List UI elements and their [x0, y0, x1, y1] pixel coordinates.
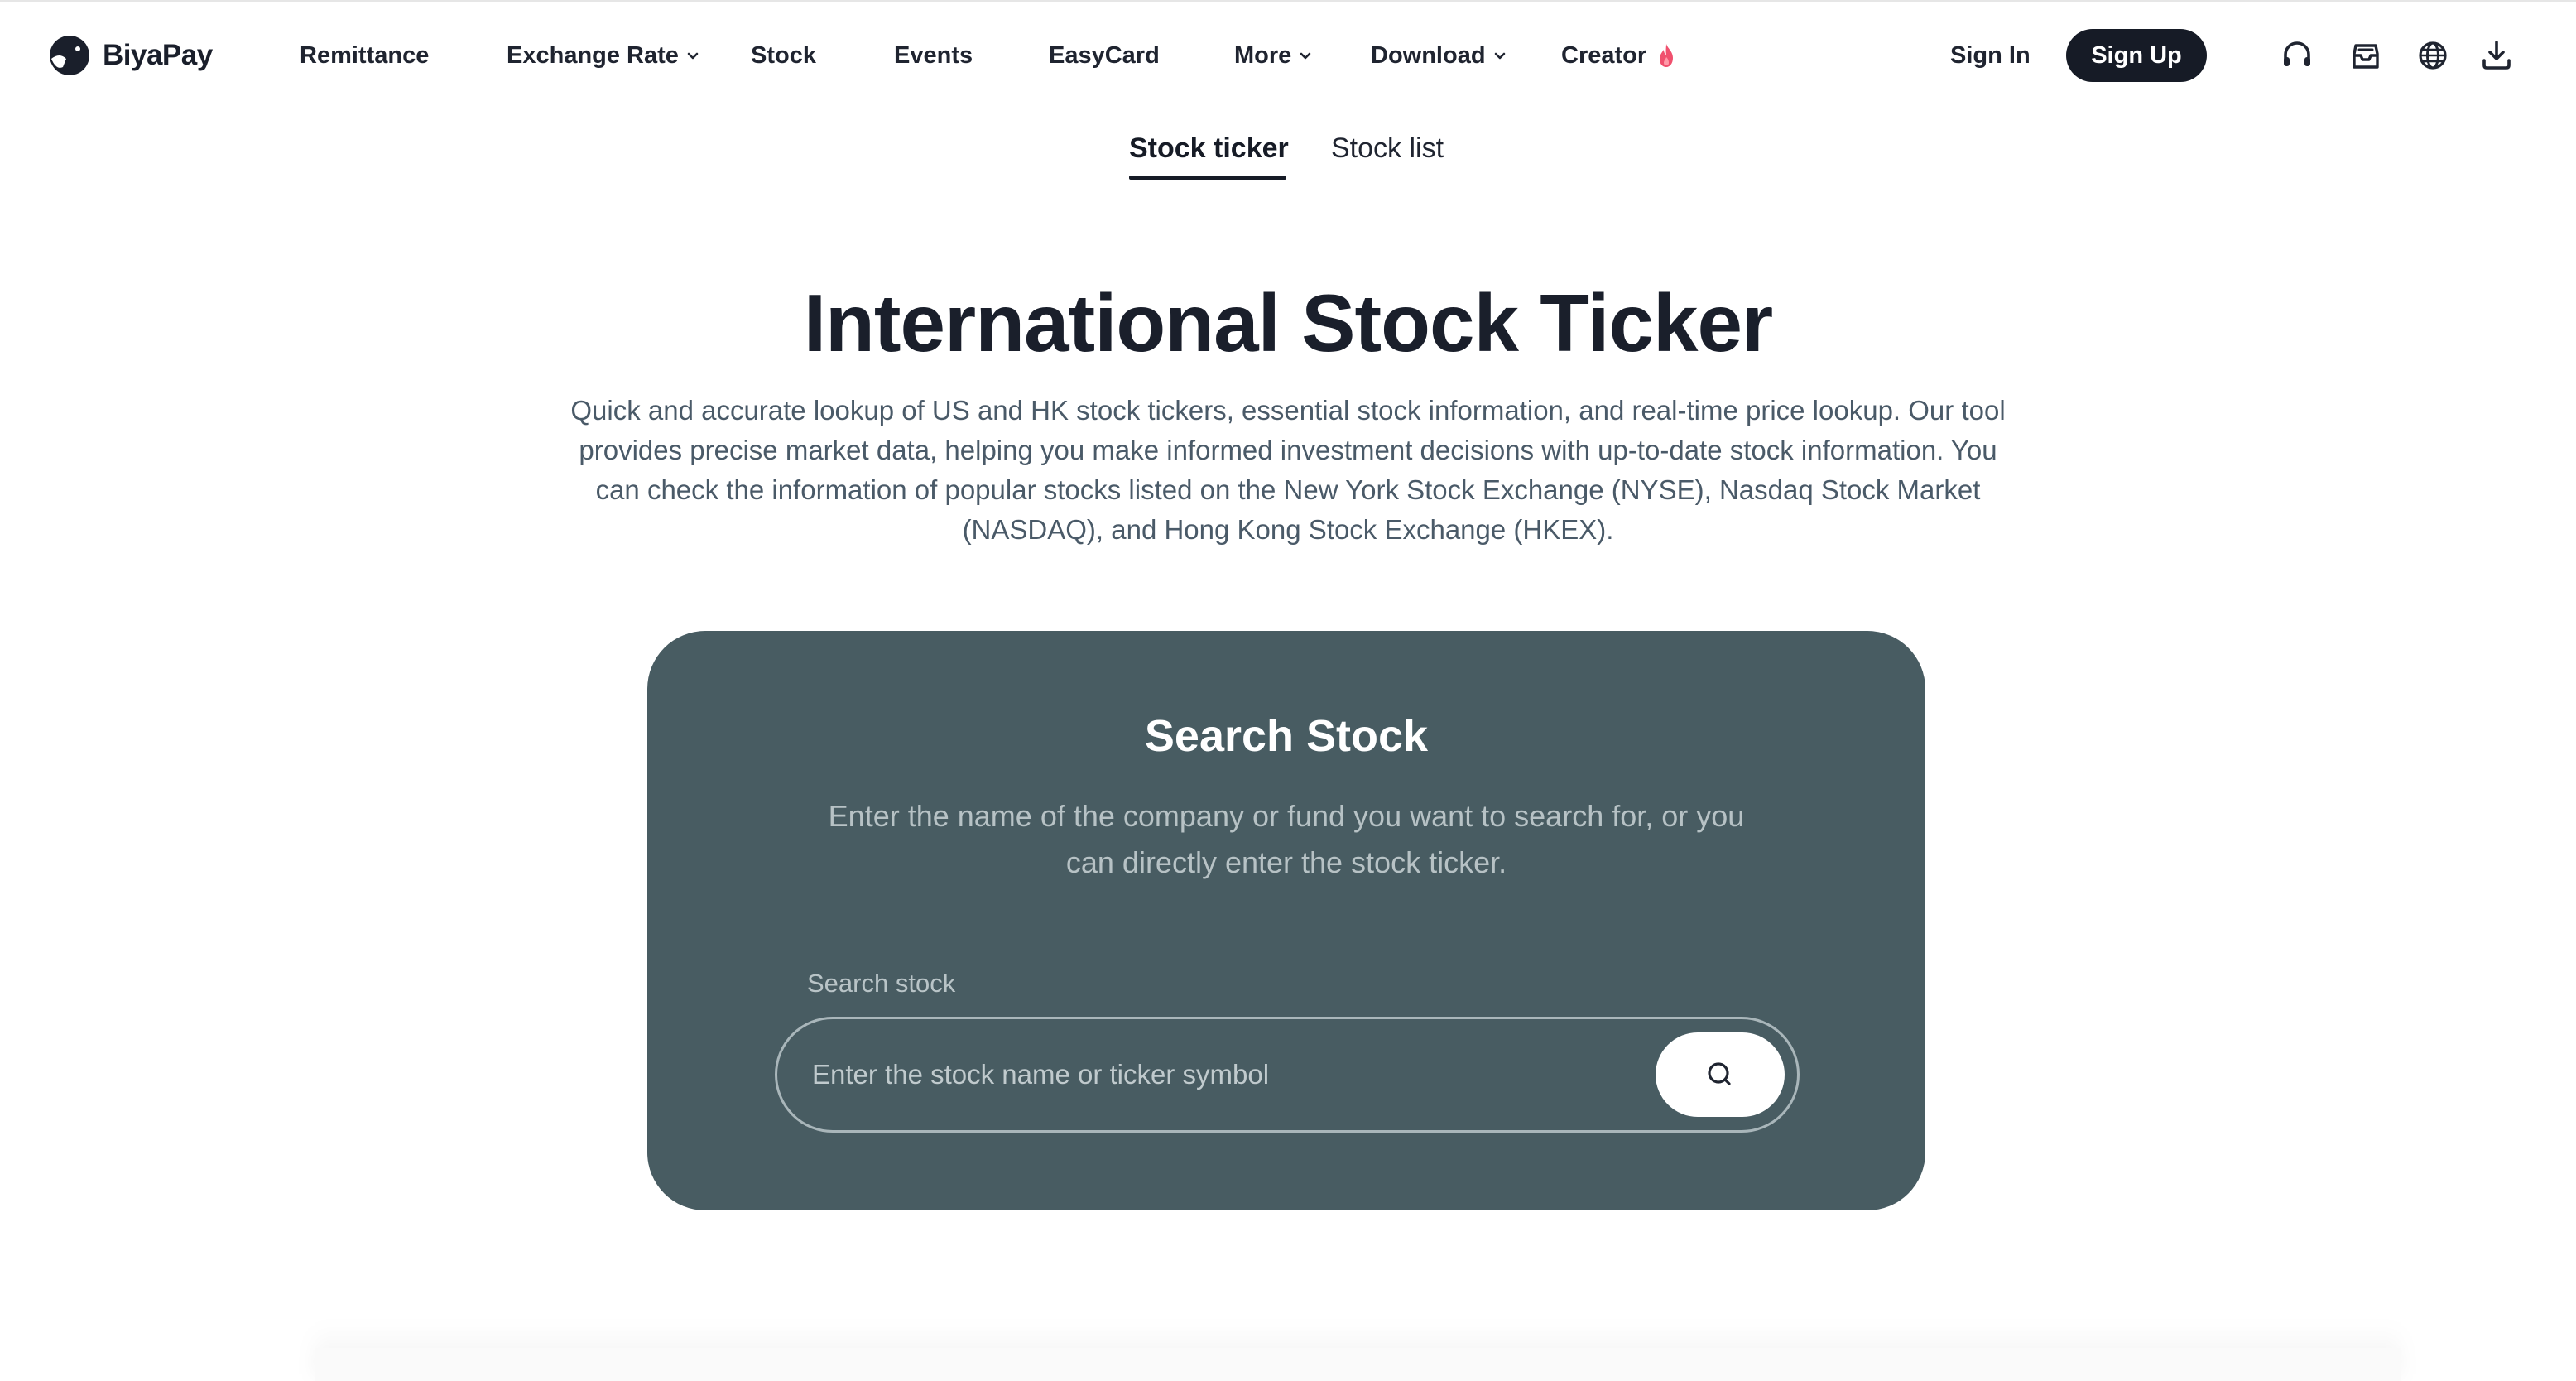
top-navigation-bar: BiyaPay Remittance Exchange Rate Stock E… [0, 0, 2576, 106]
nav-events[interactable]: Events [894, 36, 973, 75]
next-section-panel [315, 1348, 2401, 1381]
nav-creator[interactable]: Creator [1561, 36, 1676, 75]
nav-remittance[interactable]: Remittance [300, 36, 429, 75]
nav-easycard-label: EasyCard [1049, 41, 1160, 69]
nav-exchange-rate-label: Exchange Rate [507, 41, 679, 69]
active-tab-indicator [1129, 176, 1286, 180]
nav-remittance-label: Remittance [300, 41, 430, 69]
nav-creator-label: Creator [1561, 41, 1647, 69]
flame-icon [1660, 44, 1674, 67]
nav-download[interactable]: Download [1371, 36, 1507, 75]
biyapay-logo-icon [50, 36, 89, 75]
search-button[interactable] [1656, 1032, 1785, 1117]
logo-text: BiyaPay [103, 39, 213, 71]
sign-up-label: Sign Up [2091, 41, 2182, 69]
search-card-description: Enter the name of the company or fund yo… [828, 799, 1745, 879]
tab-stock-ticker[interactable]: Stock ticker [1129, 132, 1289, 180]
nav-easycard[interactable]: EasyCard [1049, 36, 1160, 75]
page-title: International Stock Ticker [803, 277, 1773, 368]
nav-stock[interactable]: Stock [751, 36, 816, 75]
nav-exchange-rate[interactable]: Exchange Rate [507, 36, 700, 75]
search-card-title: Search Stock [1144, 711, 1429, 761]
globe-icon[interactable] [2415, 37, 2451, 74]
chevron-down-icon [1300, 52, 1311, 60]
search-field-label: Search stock [807, 969, 956, 998]
nav-more-label: More [1234, 41, 1292, 69]
chevron-down-icon [1494, 52, 1505, 60]
sign-in-link[interactable]: Sign In [1950, 36, 2031, 75]
page-description: Quick and accurate lookup of US and HK s… [570, 395, 2006, 545]
headset-icon[interactable] [2279, 37, 2315, 74]
nav-events-label: Events [894, 41, 973, 69]
sign-in-label: Sign In [1950, 41, 2031, 69]
nav-download-label: Download [1371, 41, 1486, 69]
search-icon [1708, 1062, 1731, 1085]
biyapay-logo[interactable]: BiyaPay [48, 32, 213, 79]
tab-stock-list[interactable]: Stock list [1331, 132, 1444, 180]
nav-more[interactable]: More [1234, 36, 1313, 75]
stock-tabs: Stock ticker Stock list [0, 132, 2576, 190]
search-box [775, 1017, 1800, 1133]
nav-stock-label: Stock [751, 41, 816, 69]
sign-up-button[interactable]: Sign Up [2066, 29, 2207, 82]
chevron-down-icon [687, 52, 699, 60]
search-stock-card: Search Stock Enter the name of the compa… [647, 631, 1925, 1210]
stock-search-input[interactable] [810, 1049, 1638, 1100]
mailbox-icon[interactable] [2348, 37, 2384, 74]
download-icon[interactable] [2478, 37, 2515, 74]
